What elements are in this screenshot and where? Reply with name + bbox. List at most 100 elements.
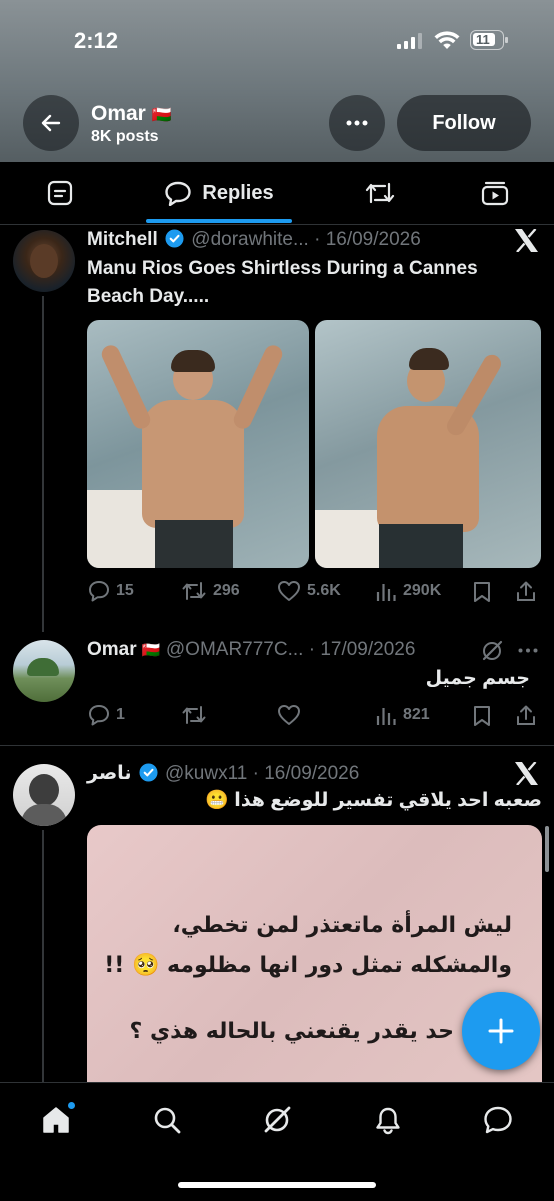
back-button[interactable] (23, 95, 79, 151)
author-handle[interactable]: @kuwx11 (165, 763, 247, 784)
view-count: 290K (403, 582, 442, 599)
avatar[interactable] (13, 640, 75, 702)
author-name[interactable]: Mitchell (87, 229, 158, 250)
tab-media[interactable] (445, 162, 545, 224)
tweet-text: Manu Rios Goes Shirtless During a Cannes… (87, 255, 537, 311)
tweet-header: Mitchell @dorawhite... · 16/09/2026 (87, 229, 421, 251)
analytics-icon (376, 708, 396, 725)
more-horizontal-icon (346, 120, 368, 126)
home-indicator (178, 1182, 376, 1188)
author-name[interactable]: ناصر (87, 763, 131, 784)
bookmark-icon (474, 706, 490, 726)
notification-dot (68, 1102, 75, 1109)
retweet-icon (182, 706, 206, 724)
verified-badge-icon (139, 763, 158, 782)
tab-replies[interactable]: Replies (146, 162, 292, 224)
tweet-date[interactable]: · 16/09/2026 (253, 763, 360, 784)
reply-icon (89, 581, 109, 602)
nav-messages[interactable] (476, 1098, 520, 1142)
views-button[interactable]: 290K (375, 580, 441, 602)
plus-icon (488, 1018, 514, 1044)
arrow-left-icon (41, 114, 61, 132)
battery-level: 11 (476, 32, 490, 47)
retweet-button[interactable] (181, 704, 213, 726)
chat-bubble-icon (165, 181, 192, 206)
reply-count: 1 (116, 706, 125, 723)
x-logo-icon (514, 762, 539, 785)
tweet-date[interactable]: · 17/09/2026 (309, 639, 416, 660)
more-options-icon[interactable] (518, 648, 538, 653)
profile-post-count: 8K posts (91, 128, 159, 145)
tweet-text-line: Manu Rios Goes Shirtless During a Cannes (87, 258, 478, 279)
profile-name: Omar 🇴🇲 (91, 102, 172, 126)
avatar[interactable] (13, 230, 75, 292)
nav-grok[interactable] (255, 1098, 299, 1142)
tab-posts[interactable] (0, 162, 120, 224)
reply-button[interactable]: 15 (88, 580, 134, 602)
grok-icon (264, 1106, 291, 1133)
tweet-image[interactable] (315, 320, 541, 568)
bookmark-icon (474, 582, 490, 602)
profile-name-text: Omar (91, 102, 146, 125)
oman-flag-icon: 🇴🇲 (141, 642, 161, 659)
author-handle[interactable]: @dorawhite... (191, 229, 309, 250)
tweet-date[interactable]: · 16/09/2026 (314, 229, 421, 250)
tweet-image[interactable] (87, 320, 309, 568)
retweet-icon (365, 182, 395, 204)
tab-reposts[interactable] (330, 162, 430, 224)
share-button[interactable] (515, 704, 537, 726)
home-icon (43, 1107, 69, 1133)
share-icon (517, 581, 535, 601)
like-button[interactable] (277, 704, 307, 726)
like-button[interactable]: 5.6K (277, 580, 341, 602)
tabs-divider (0, 224, 554, 225)
share-button[interactable] (515, 580, 537, 602)
avatar[interactable] (13, 764, 75, 826)
heart-icon (278, 705, 300, 725)
status-time: 2:12 (74, 28, 119, 53)
more-options-button[interactable] (329, 95, 385, 151)
battery-icon: 11 (470, 30, 508, 50)
image-text-line: حد يقدر يقنعني بالحاله هذي ؟ (129, 1019, 454, 1044)
heart-icon (278, 581, 300, 601)
thread-connector (42, 296, 44, 632)
nav-search[interactable] (145, 1098, 189, 1142)
share-icon (517, 705, 535, 725)
search-icon (154, 1107, 181, 1134)
bookmark-button[interactable] (472, 705, 492, 727)
views-button[interactable]: 821 (375, 704, 430, 726)
author-name[interactable]: Omar (87, 639, 137, 660)
oman-flag-icon: 🇴🇲 (151, 107, 172, 124)
tab-replies-label: Replies (202, 181, 274, 204)
bookmark-button[interactable] (472, 581, 492, 603)
like-count: 5.6K (307, 582, 341, 599)
tweet-divider (0, 745, 554, 746)
image-text-line: ليش المرأة ماتعتذر لمن تخطي، (172, 913, 512, 938)
author-handle[interactable]: @OMAR777C... (166, 639, 304, 660)
bell-icon (376, 1107, 400, 1135)
verified-badge-icon (165, 229, 184, 248)
reply-button[interactable]: 1 (88, 704, 125, 726)
video-icon (481, 181, 509, 206)
tweet-header: ناصر @kuwx11 · 16/09/2026 (87, 762, 359, 785)
wifi-icon (434, 31, 460, 50)
nav-notifications[interactable] (366, 1098, 410, 1142)
compose-button[interactable] (462, 992, 540, 1070)
thread-connector (42, 830, 44, 1082)
tweet-text: صعبه احد يلاقي تفسير للوضع هذا 😬 (205, 790, 542, 811)
tweet-text-line: Beach Day..... (87, 286, 210, 307)
tweet-header: Omar 🇴🇲 @OMAR777C... · 17/09/2026 (87, 639, 415, 661)
image-text-line: والمشكله تمثل دور انها مظلومه 🥺 !! (104, 953, 512, 978)
analytics-icon (376, 584, 396, 601)
view-count: 821 (403, 706, 430, 723)
retweet-button[interactable]: 296 (181, 580, 240, 602)
reply-count: 15 (116, 582, 134, 599)
nav-home[interactable] (34, 1098, 78, 1142)
retweet-icon (182, 582, 206, 600)
grok-icon[interactable] (481, 640, 503, 662)
tweet-text: جسم جميل (425, 668, 530, 689)
follow-button[interactable]: Follow (397, 95, 531, 151)
tab-selected-indicator (146, 219, 292, 223)
scrollbar[interactable] (545, 826, 549, 872)
article-icon (47, 180, 73, 206)
